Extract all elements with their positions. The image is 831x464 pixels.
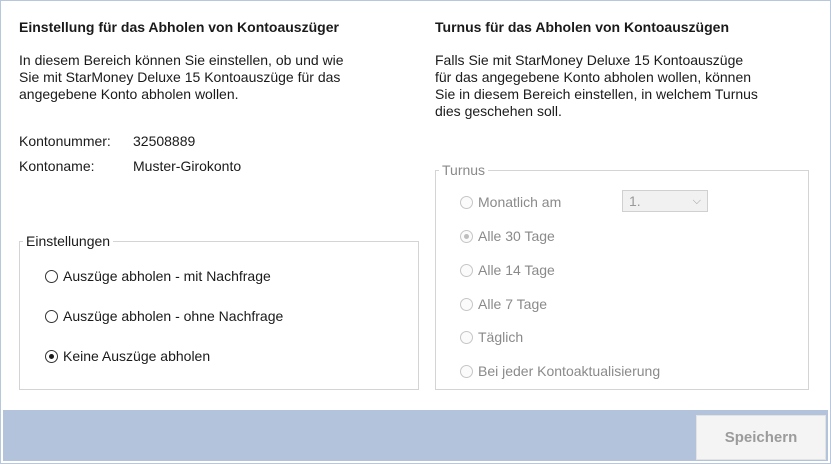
option-label: Alle 30 Tage <box>478 228 555 244</box>
option-label: Auszüge abholen - mit Nachfrage <box>63 268 271 284</box>
radio-button[interactable] <box>460 195 473 209</box>
radio-button-selected[interactable] <box>45 349 58 363</box>
left-description: In diesem Bereich können Sie einstellen,… <box>19 52 344 103</box>
radio-button[interactable] <box>45 269 58 283</box>
account-name-value: Muster-Girokonto <box>133 158 242 174</box>
option-every-30-days[interactable]: Alle 30 Tage <box>460 228 555 244</box>
radio-button[interactable] <box>460 364 473 378</box>
monthly-day-value: 1. <box>629 193 641 209</box>
option-label: Täglich <box>478 329 524 345</box>
option-label: Monatlich am <box>478 194 562 210</box>
option-every-7-days[interactable]: Alle 7 Tage <box>460 296 547 312</box>
option-label: Alle 14 Tage <box>478 262 555 278</box>
radio-button-selected[interactable] <box>460 229 473 243</box>
right-section-title: Turnus für das Abholen von Kontoauszügen <box>435 19 729 35</box>
option-label: Keine Auszüge abholen <box>63 348 211 364</box>
right-description-line: Sie in diesem Bereich einstellen, in wel… <box>435 86 758 102</box>
option-fetch-with-prompt[interactable]: Auszüge abholen - mit Nachfrage <box>45 268 271 284</box>
save-button[interactable]: Speichern <box>696 415 826 460</box>
turnus-group-legend: Turnus <box>442 162 486 178</box>
monthly-day-select[interactable]: 1. ⌵ <box>622 190 708 212</box>
option-every-account-update[interactable]: Bei jeder Kontoaktualisierung <box>460 363 660 379</box>
option-daily[interactable]: Täglich <box>460 329 523 345</box>
radio-button[interactable] <box>460 330 473 344</box>
option-no-statements[interactable]: Keine Auszüge abholen <box>45 348 210 364</box>
right-description: Falls Sie mit StarMoney Deluxe 15 Kontoa… <box>435 52 758 120</box>
radio-button[interactable] <box>460 263 473 277</box>
radio-button[interactable] <box>45 309 58 323</box>
account-number-label: Kontonummer: <box>19 133 111 149</box>
option-monthly[interactable]: Monatlich am <box>460 194 561 210</box>
left-section-title: Einstellung für das Abholen von Kontoaus… <box>19 19 339 35</box>
right-description-line: dies geschehen soll. <box>435 103 562 119</box>
right-description-line: für das angegebene Konto abholen wollen,… <box>435 69 752 85</box>
right-description-line: Falls Sie mit StarMoney Deluxe 15 Kontoa… <box>435 52 744 68</box>
left-description-line: angegebene Konto abholen wollen. <box>19 86 239 102</box>
account-name-label: Kontoname: <box>19 158 95 174</box>
chevron-down-icon: ⌵ <box>692 194 701 207</box>
option-label: Bei jeder Kontoaktualisierung <box>478 363 661 379</box>
left-description-line: Sie mit StarMoney Deluxe 15 Kontoauszüge… <box>19 69 341 85</box>
option-label: Auszüge abholen - ohne Nachfrage <box>63 308 284 324</box>
option-fetch-without-prompt[interactable]: Auszüge abholen - ohne Nachfrage <box>45 308 283 324</box>
settings-group-legend: Einstellungen <box>26 233 111 249</box>
radio-button[interactable] <box>460 297 473 311</box>
option-every-14-days[interactable]: Alle 14 Tage <box>460 262 555 278</box>
account-number-value: 32508889 <box>133 133 196 149</box>
left-description-line: In diesem Bereich können Sie einstellen,… <box>19 52 344 68</box>
option-label: Alle 7 Tage <box>478 296 548 312</box>
